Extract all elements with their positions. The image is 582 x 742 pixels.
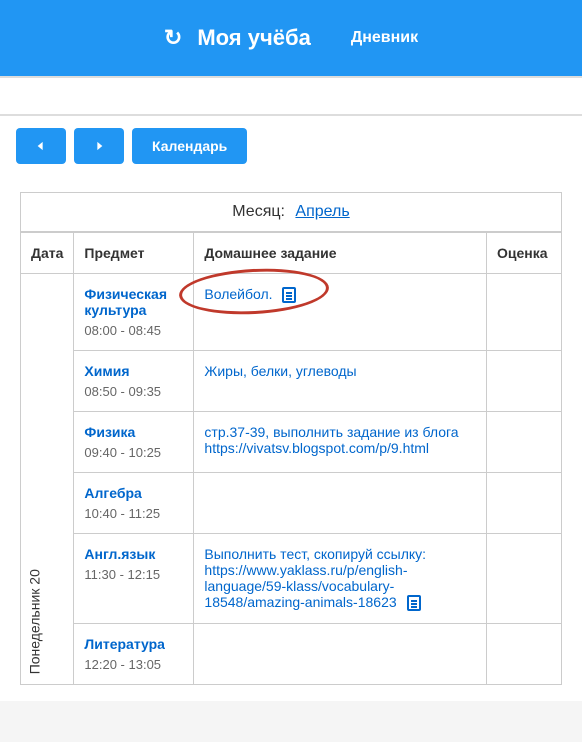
schedule-table: Дата Предмет Домашнее задание Оценка Пон… [20, 232, 562, 685]
calendar-button[interactable]: Календарь [132, 128, 247, 164]
subject-cell: Физическая культура 08:00 - 08:45 [74, 274, 194, 351]
month-link[interactable]: Апрель [295, 203, 349, 220]
time-text: 09:40 - 10:25 [84, 445, 161, 460]
subject-link[interactable]: Физика [84, 424, 183, 440]
homework-cell [194, 473, 487, 534]
subject-cell: Алгебра 10:40 - 11:25 [74, 473, 194, 534]
table-row: Физика 09:40 - 10:25 стр.37-39, выполнит… [21, 412, 562, 473]
diary-link[interactable]: Дневник [351, 29, 418, 47]
spacer [0, 76, 582, 116]
refresh-icon[interactable]: ↻ [164, 25, 182, 51]
homework-cell: Жиры, белки, углеводы [194, 351, 487, 412]
table-row: Понедельник 20 Физическая культура 08:00… [21, 274, 562, 351]
subject-link[interactable]: Литература [84, 636, 183, 652]
day-cell: Понедельник 20 [21, 274, 74, 685]
subject-link[interactable]: Англ.язык [84, 546, 183, 562]
table-row: Алгебра 10:40 - 11:25 [21, 473, 562, 534]
subject-cell: Литература 12:20 - 13:05 [74, 624, 194, 685]
grade-cell [487, 351, 562, 412]
month-selector: Месяц: Апрель [20, 192, 562, 232]
document-icon[interactable] [282, 287, 296, 303]
subject-cell: Физика 09:40 - 10:25 [74, 412, 194, 473]
col-grade: Оценка [487, 233, 562, 274]
subject-link[interactable]: Алгебра [84, 485, 183, 501]
homework-cell: Выполнить тест, скопируй ссылку: https:/… [194, 534, 487, 624]
grade-cell [487, 624, 562, 685]
table-row: Литература 12:20 - 13:05 [21, 624, 562, 685]
col-subject: Предмет [74, 233, 194, 274]
time-text: 12:20 - 13:05 [84, 657, 161, 672]
homework-cell: стр.37-39, выполнить задание из блога ht… [194, 412, 487, 473]
table-row: Химия 08:50 - 09:35 Жиры, белки, углевод… [21, 351, 562, 412]
homework-text[interactable]: Выполнить тест, скопируй ссылку: https:/… [204, 546, 426, 610]
toolbar: Календарь [0, 116, 582, 176]
homework-text[interactable]: стр.37-39, выполнить задание из блога ht… [204, 424, 458, 456]
content: Месяц: Апрель Дата Предмет Домашнее зада… [0, 176, 582, 701]
subject-link[interactable]: Химия [84, 363, 183, 379]
grade-cell [487, 534, 562, 624]
prev-button[interactable] [16, 128, 66, 164]
time-text: 11:30 - 12:15 [84, 567, 160, 582]
table-row: Англ.язык 11:30 - 12:15 Выполнить тест, … [21, 534, 562, 624]
table-header-row: Дата Предмет Домашнее задание Оценка [21, 233, 562, 274]
homework-text[interactable]: Волейбол. [204, 286, 272, 302]
triangle-right-icon [94, 140, 104, 152]
time-text: 08:00 - 08:45 [84, 323, 161, 338]
grade-cell [487, 274, 562, 351]
time-text: 08:50 - 09:35 [84, 384, 161, 399]
subject-cell: Химия 08:50 - 09:35 [74, 351, 194, 412]
month-label: Месяц: [232, 203, 285, 220]
header: ↻ Моя учёба Дневник [0, 0, 582, 76]
homework-cell [194, 624, 487, 685]
subject-link[interactable]: Физическая культура [84, 286, 183, 318]
grade-cell [487, 473, 562, 534]
grade-cell [487, 412, 562, 473]
time-text: 10:40 - 11:25 [84, 506, 160, 521]
subject-cell: Англ.язык 11:30 - 12:15 [74, 534, 194, 624]
triangle-left-icon [36, 140, 46, 152]
header-title: Моя учёба [197, 25, 311, 51]
next-button[interactable] [74, 128, 124, 164]
homework-cell: Волейбол. [194, 274, 487, 351]
homework-text: Жиры, белки, углеводы [204, 363, 356, 379]
document-icon[interactable] [407, 595, 421, 611]
col-homework: Домашнее задание [194, 233, 487, 274]
col-date: Дата [21, 233, 74, 274]
